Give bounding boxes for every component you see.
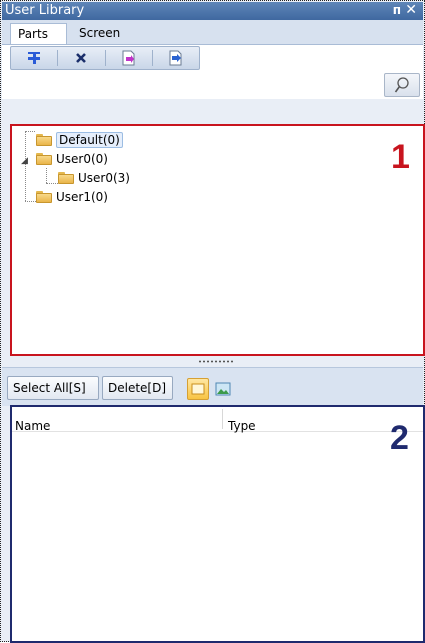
import-icon xyxy=(122,50,135,66)
panel-title-bar: User Library ᴨ ✕ xyxy=(2,2,423,20)
callout-marker-2: 2 xyxy=(390,419,409,457)
export-button[interactable] xyxy=(153,47,199,69)
add-button[interactable] xyxy=(11,47,57,69)
tree-node-label: Default(0) xyxy=(56,132,123,148)
folder-icon xyxy=(58,172,74,184)
thumbnail-view-icon xyxy=(215,382,231,396)
folder-icon xyxy=(36,191,52,203)
delete-items-button[interactable]: Delete[D] xyxy=(102,376,173,400)
search-input[interactable] xyxy=(4,95,378,99)
tree-connector xyxy=(46,168,47,183)
column-header-type[interactable]: Type xyxy=(228,419,256,433)
pin-icon[interactable]: ᴨ xyxy=(393,3,401,17)
user-library-panel: User Library ᴨ ✕ Parts Screen ◢ Default(… xyxy=(0,0,425,643)
tab-parts[interactable]: Parts xyxy=(10,23,67,44)
tree-node-default[interactable]: Default(0) xyxy=(36,131,123,149)
panel-title: User Library xyxy=(5,3,85,18)
list-view-toggle[interactable] xyxy=(187,378,209,400)
tree-node-label: User1(0) xyxy=(56,190,108,204)
thumbnail-view-toggle[interactable] xyxy=(212,378,234,400)
close-icon[interactable]: ✕ xyxy=(405,2,417,18)
tab-strip: Parts Screen xyxy=(2,20,423,44)
export-icon xyxy=(169,50,182,66)
toolbar-button-group xyxy=(10,46,200,70)
select-all-button[interactable]: Select All[S] xyxy=(7,376,99,400)
list-view-icon xyxy=(191,383,205,395)
tree-node-user0-child[interactable]: User0(3) xyxy=(58,169,130,187)
tree-node-user0[interactable]: User0(0) xyxy=(36,150,108,168)
tree-connector xyxy=(25,131,26,201)
delete-button[interactable] xyxy=(58,47,104,69)
tree-connector xyxy=(25,131,35,132)
panel-splitter[interactable] xyxy=(2,358,423,366)
column-header-name[interactable]: Name xyxy=(15,419,50,433)
add-icon xyxy=(28,52,40,64)
search-bar xyxy=(2,71,423,99)
search-button[interactable] xyxy=(384,73,420,97)
callout-marker-1: 1 xyxy=(391,138,410,176)
tree-node-label: User0(3) xyxy=(78,171,130,185)
tree-connector xyxy=(46,183,58,184)
folder-tree-panel: ◢ Default(0) User0(0) User0(3) User1(0) … xyxy=(10,124,425,356)
column-separator[interactable] xyxy=(222,409,223,429)
library-toolbar xyxy=(2,44,423,72)
tree-node-user1[interactable]: User1(0) xyxy=(36,188,108,206)
tree-connector xyxy=(25,201,36,202)
search-icon xyxy=(394,77,409,93)
splitter-grip-icon xyxy=(198,360,234,363)
tab-screen[interactable]: Screen xyxy=(72,23,132,44)
folder-icon xyxy=(36,153,52,165)
collapse-toggle[interactable]: ◢ xyxy=(21,156,28,166)
tree-node-label: User0(0) xyxy=(56,152,108,166)
delete-icon xyxy=(76,53,86,63)
parts-list-panel: Name Type 2 xyxy=(10,405,425,643)
folder-icon xyxy=(36,134,52,146)
import-button[interactable] xyxy=(106,47,152,69)
list-header: Name Type xyxy=(12,407,423,433)
list-toolbar: Select All[S] Delete[D] xyxy=(2,367,423,406)
